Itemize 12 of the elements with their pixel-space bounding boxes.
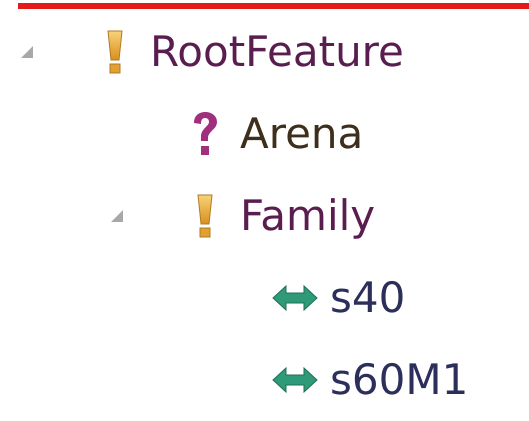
tree-item-label[interactable]: s60M1 xyxy=(330,356,468,404)
tree-item-label[interactable]: Family xyxy=(240,192,376,240)
double-arrow-icon xyxy=(272,285,318,311)
tree-item-label[interactable]: RootFeature xyxy=(150,28,404,76)
exclamation-icon xyxy=(195,194,215,238)
expanded-triangle-icon[interactable] xyxy=(20,45,34,59)
tree-item-label[interactable]: Arena xyxy=(240,110,364,158)
exclamation-icon xyxy=(105,30,125,74)
double-arrow-icon xyxy=(272,367,318,393)
question-mark-icon xyxy=(191,111,219,157)
tree-item-label[interactable]: s40 xyxy=(330,274,406,322)
expanded-triangle-icon[interactable] xyxy=(110,209,124,223)
